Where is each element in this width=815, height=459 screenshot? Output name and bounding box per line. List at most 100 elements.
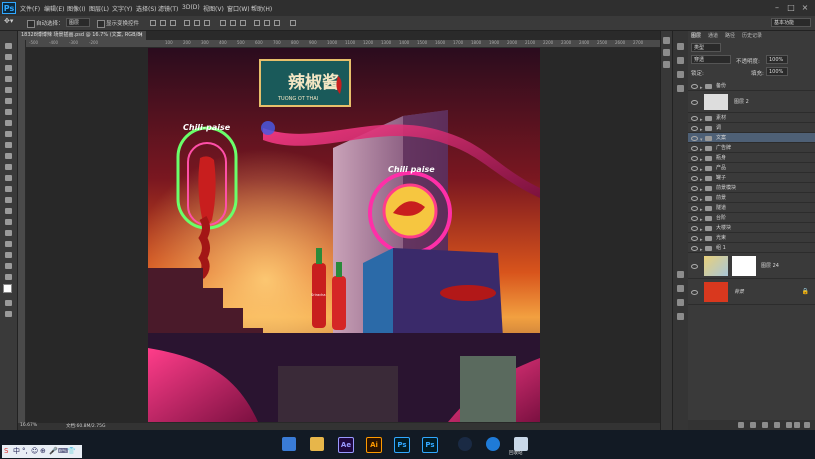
document-tab[interactable]: 18328博博辣 场景插画.psd @ 16.7% (文案, RGB/8) × — [18, 31, 146, 40]
visibility-eye-icon[interactable] — [691, 206, 698, 211]
paragraph-panel-icon[interactable] — [677, 271, 684, 278]
marquee-tool-icon[interactable] — [3, 53, 14, 61]
fx-icon[interactable] — [750, 422, 756, 428]
visibility-eye-icon[interactable] — [691, 196, 698, 201]
minimize-button[interactable]: – — [772, 3, 782, 12]
layer-row[interactable]: 背景 🔒 — [688, 279, 815, 305]
quick-mask-icon[interactable] — [3, 299, 14, 307]
new-layer-icon[interactable] — [794, 422, 800, 428]
visibility-eye-icon[interactable] — [691, 156, 698, 161]
visibility-eye-icon[interactable] — [691, 166, 698, 171]
maximize-button[interactable]: □ — [786, 3, 796, 12]
taskbar-explorer-icon[interactable] — [307, 434, 327, 454]
hand-tool-icon[interactable] — [3, 251, 14, 259]
history-panel-icon[interactable] — [663, 37, 670, 44]
visibility-eye-icon[interactable] — [691, 290, 698, 295]
document-canvas[interactable]: 辣椒酱 TUONG OT THAI Chili-paise Chili pais… — [148, 48, 540, 422]
fill-field[interactable]: 100% — [766, 67, 788, 76]
tab-history[interactable]: 历史记录 — [742, 32, 762, 39]
layer-row[interactable]: 图层 2 — [688, 91, 815, 113]
distribute-right-icon[interactable] — [274, 20, 280, 26]
crop-tool-icon[interactable] — [3, 86, 14, 94]
workspace-dropdown[interactable]: 基本功能 — [771, 18, 811, 27]
dodge-tool-icon[interactable] — [3, 185, 14, 193]
tab-layers[interactable]: 图层 — [691, 32, 701, 39]
3d-tool-icon[interactable] — [3, 240, 14, 248]
menu-3d[interactable]: 3D(D) — [182, 4, 200, 11]
menu-edit[interactable]: 编辑(E) — [44, 4, 64, 13]
taskbar-c4d-icon[interactable] — [455, 434, 475, 454]
layer-row[interactable]: ▸ 广告牌 — [688, 143, 815, 153]
screen-mode-icon[interactable] — [3, 310, 14, 318]
layer-row[interactable]: ▸ 隧道 — [688, 203, 815, 213]
taskbar-ae-icon[interactable]: Ae — [335, 434, 355, 454]
tab-channels[interactable]: 通道 — [708, 32, 718, 39]
layer-row[interactable]: ▸ 备份 — [688, 81, 815, 91]
brush-tool-icon[interactable] — [3, 119, 14, 127]
distribute-hcenter-icon[interactable] — [264, 20, 270, 26]
menu-image[interactable]: 图像(I) — [67, 4, 85, 13]
adjustment-layer-icon[interactable] — [774, 422, 780, 428]
adjustments-panel-icon[interactable] — [677, 71, 684, 78]
distribute-bottom-icon[interactable] — [240, 20, 246, 26]
visibility-eye-icon[interactable] — [691, 116, 698, 121]
menu-view[interactable]: 视图(V) — [203, 4, 224, 13]
auto-select-checkbox[interactable] — [27, 20, 35, 28]
path-select-icon[interactable] — [3, 218, 14, 226]
show-transform-checkbox[interactable] — [97, 20, 105, 28]
align-top-icon[interactable] — [150, 20, 156, 26]
zoom-level[interactable]: 16.67% — [20, 423, 37, 428]
menu-file[interactable]: 文件(F) — [20, 4, 40, 13]
tab-paths[interactable]: 路径 — [725, 32, 735, 39]
visibility-eye-icon[interactable] — [691, 226, 698, 231]
quick-select-tool-icon[interactable] — [3, 75, 14, 83]
visibility-eye-icon[interactable] — [691, 236, 698, 241]
layer-row[interactable]: ▸ 光束 — [688, 233, 815, 243]
visibility-eye-icon[interactable] — [691, 146, 698, 151]
visibility-eye-icon[interactable] — [691, 216, 698, 221]
align-hcenter-icon[interactable] — [194, 20, 200, 26]
menu-select[interactable]: 选择(S) — [136, 4, 157, 13]
link-layers-icon[interactable] — [738, 422, 744, 428]
layer-row[interactable]: ▸ 组 1 — [688, 243, 815, 253]
taskbar-ai-icon[interactable]: Ai — [363, 434, 383, 454]
gradient-tool-icon[interactable] — [3, 163, 14, 171]
layer-row[interactable]: ▸ 调 — [688, 123, 815, 133]
visibility-eye-icon[interactable] — [691, 84, 698, 89]
type-tool-icon[interactable] — [3, 207, 14, 215]
layer-row[interactable]: ▸ 瓶身 — [688, 153, 815, 163]
distribute-vcenter-icon[interactable] — [230, 20, 236, 26]
visibility-eye-icon[interactable] — [691, 186, 698, 191]
pen-tool-icon[interactable] — [3, 196, 14, 204]
distribute-top-icon[interactable] — [220, 20, 226, 26]
menu-window[interactable]: 窗口(W) — [227, 4, 250, 13]
distribute-left-icon[interactable] — [254, 20, 260, 26]
add-mask-icon[interactable] — [762, 422, 768, 428]
layer-row[interactable]: ▸ 前景模块 — [688, 183, 815, 193]
styles-panel-icon[interactable] — [677, 85, 684, 92]
visibility-eye-icon[interactable] — [691, 126, 698, 131]
layer-row[interactable]: 图层 24 — [688, 253, 815, 279]
color-panel-icon[interactable] — [677, 43, 684, 50]
menu-layer[interactable]: 图层(L) — [89, 4, 109, 13]
tab-close-icon[interactable]: × — [139, 31, 143, 40]
lasso-tool-icon[interactable] — [3, 64, 14, 72]
extra-tools-icon[interactable] — [3, 273, 14, 281]
eyedropper-tool-icon[interactable] — [3, 97, 14, 105]
layer-row[interactable]: ▸ 台阶 — [688, 213, 815, 223]
layer-row-selected[interactable]: ▾ 文案 — [688, 133, 815, 143]
blend-mode-dropdown[interactable]: 穿透 — [691, 55, 731, 64]
align-left-icon[interactable] — [184, 20, 190, 26]
eraser-tool-icon[interactable] — [3, 152, 14, 160]
menu-filter[interactable]: 滤镜(T) — [158, 4, 178, 13]
shape-tool-icon[interactable] — [3, 229, 14, 237]
auto-select-dropdown[interactable]: 图层 — [66, 18, 90, 27]
blur-tool-icon[interactable] — [3, 174, 14, 182]
character-panel-icon[interactable] — [677, 285, 684, 292]
zoom-tool-icon[interactable] — [3, 262, 14, 270]
close-button[interactable]: × — [800, 3, 810, 12]
taskbar-ps2-icon[interactable]: Ps — [419, 434, 439, 454]
visibility-eye-icon[interactable] — [691, 136, 698, 141]
auto-align-icon[interactable] — [290, 20, 296, 26]
visibility-eye-icon[interactable] — [691, 246, 698, 251]
